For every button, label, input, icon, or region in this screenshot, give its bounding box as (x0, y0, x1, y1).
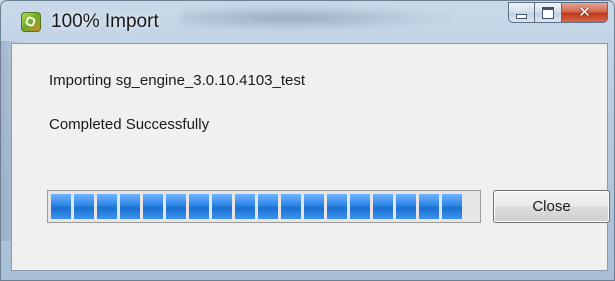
progress-segment (166, 194, 186, 219)
progress-segment (442, 194, 462, 219)
close-icon: ✕ (578, 3, 591, 21)
progress-segment (327, 194, 347, 219)
progress-segment (51, 194, 71, 219)
minimize-icon (516, 13, 527, 19)
progress-segment (97, 194, 117, 219)
window-title: 100% Import (51, 11, 159, 32)
maximize-icon (542, 6, 554, 19)
maximize-button[interactable] (535, 2, 562, 23)
importing-text: Importing sg_engine_3.0.10.4103_test (49, 72, 306, 89)
progress-segment (74, 194, 94, 219)
progress-segment (373, 194, 393, 219)
progress-bar (47, 190, 481, 223)
progress-segment (396, 194, 416, 219)
window-close-button[interactable]: ✕ (562, 2, 608, 23)
progress-segment (143, 194, 163, 219)
progress-segment (212, 194, 232, 219)
progress-segment (258, 194, 278, 219)
minimize-button[interactable] (508, 2, 535, 23)
progress-segment (189, 194, 209, 219)
progress-segment (235, 194, 255, 219)
import-dialog-window: 100% Import ✕ Importing sg_engine_3.0.10… (0, 0, 615, 281)
progress-segment (350, 194, 370, 219)
close-button[interactable]: Close (493, 190, 610, 223)
import-app-icon (21, 12, 41, 32)
caption-buttons: ✕ (508, 2, 608, 23)
status-text: Completed Successfully (49, 116, 210, 133)
dialog-body: Importing sg_engine_3.0.10.4103_test Com… (11, 43, 610, 271)
progress-segment (120, 194, 140, 219)
title-bar[interactable]: 100% Import ✕ (1, 1, 614, 43)
progress-segment (419, 194, 439, 219)
progress-segment (304, 194, 324, 219)
progress-segment (281, 194, 301, 219)
